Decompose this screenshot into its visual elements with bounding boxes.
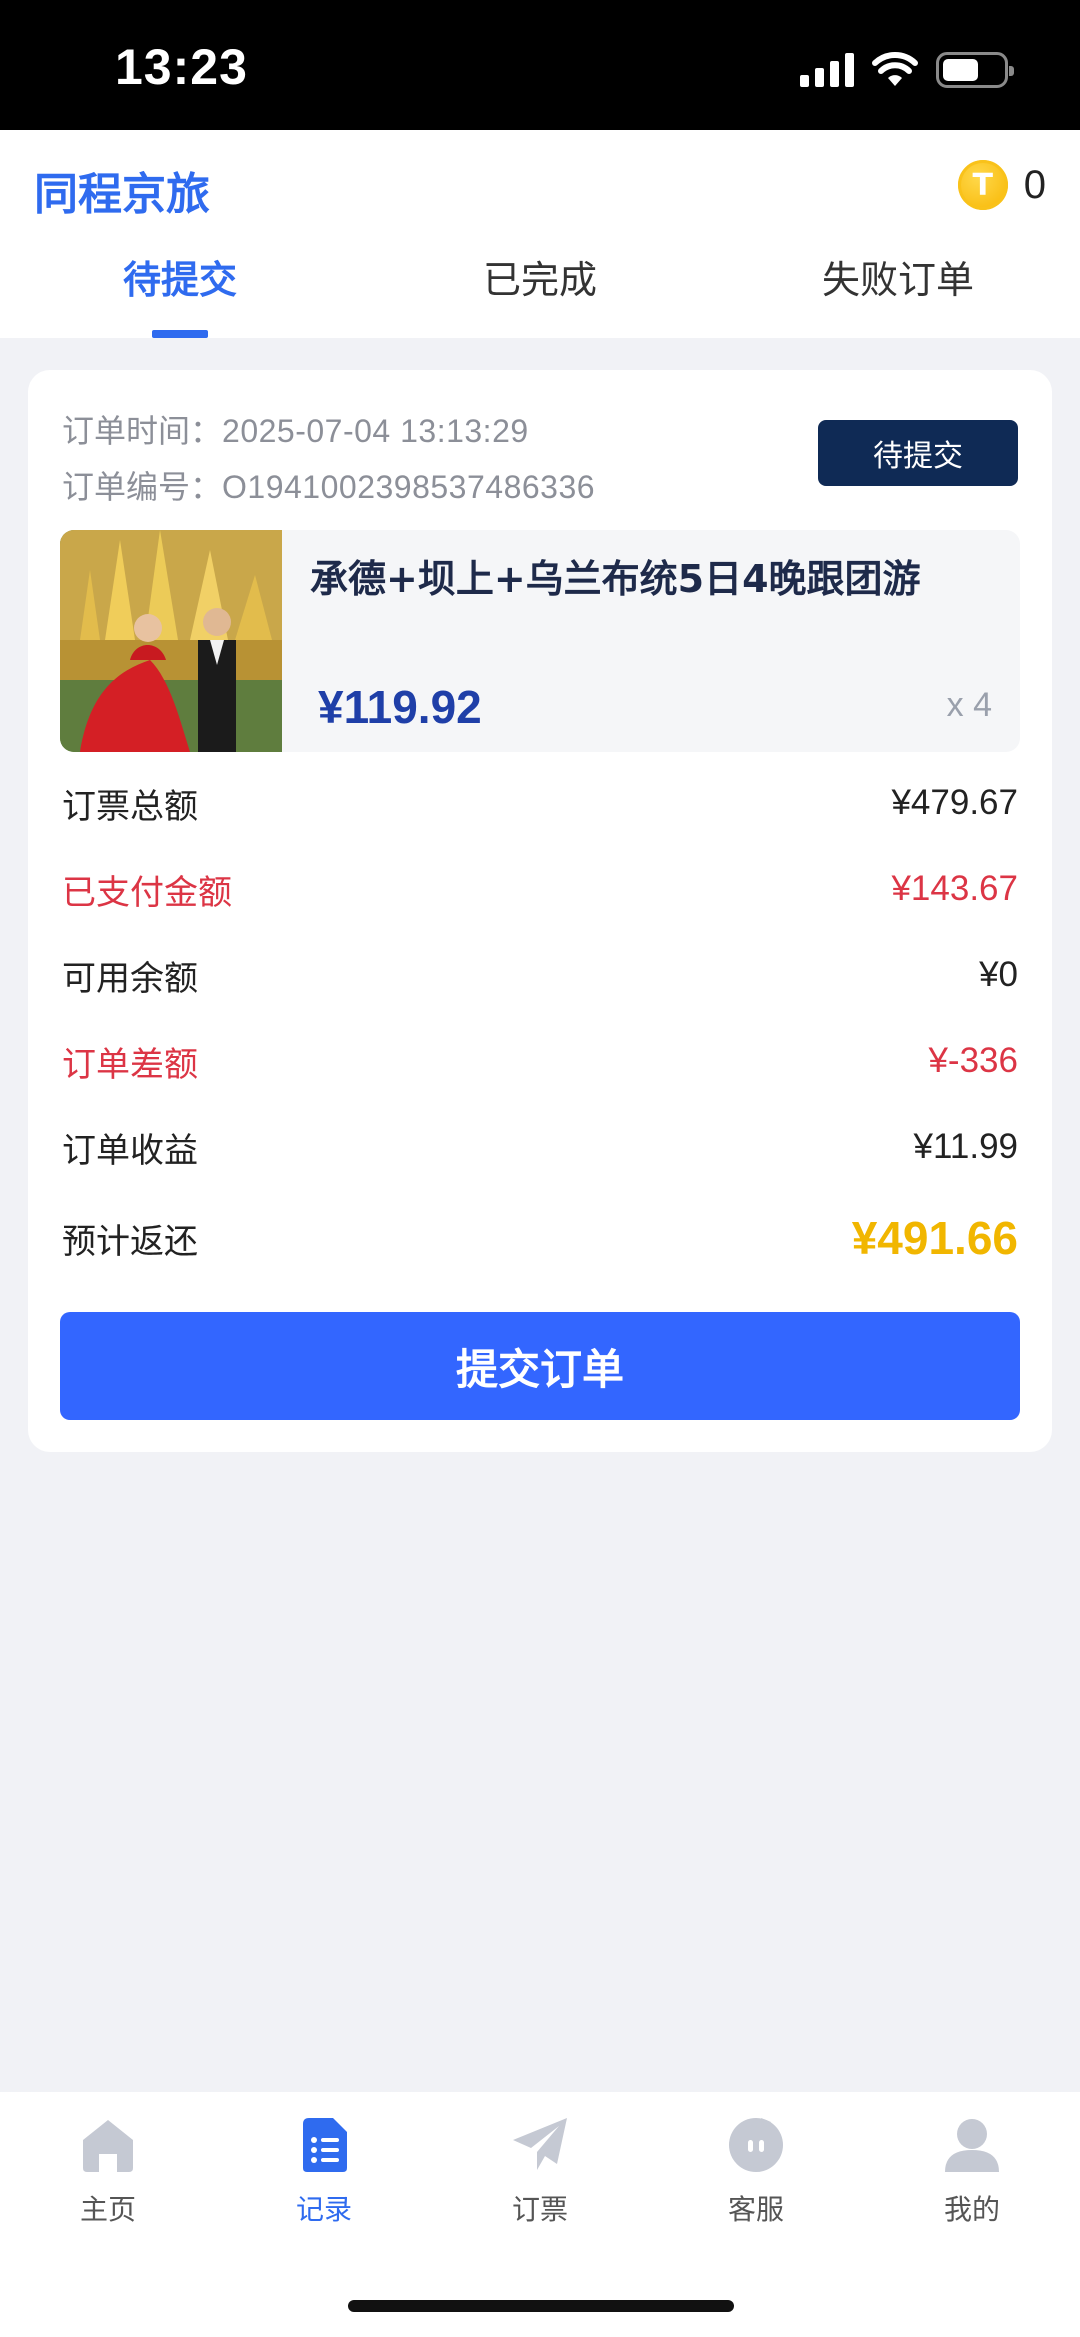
product-name: 承德+坝上+乌兰布统5日4晚跟团游 [310,557,921,601]
app-title: 同程京旅 [34,169,210,220]
nav-label: 订票 [511,2193,568,2226]
summary-row-total: 订票总额 ¥479.67 [62,773,1018,833]
product-quantity: x 4 [946,686,992,724]
product-item[interactable]: 承德+坝上+乌兰布统5日4晚跟团游 ¥119.92 x 4 [60,530,1020,752]
summary-label: 可用余额 [62,958,198,999]
summary-row-difference: 订单差额 ¥-336 [62,1031,1018,1091]
tab-failed[interactable]: 失败订单 [748,250,1048,338]
user-icon [945,2119,999,2172]
home-indicator[interactable] [348,2300,734,2312]
summary-row-paid: 已支付金额 ¥143.67 [62,859,1018,919]
summary-value: ¥491.66 [851,1212,1018,1264]
order-time-value: 2025-07-04 13:13:29 [222,413,529,449]
order-number-label: 订单编号： [62,468,223,506]
status-time: 13:23 [115,39,248,95]
summary-value: ¥11.99 [913,1127,1018,1166]
home-icon [83,2120,133,2172]
status-icons [800,48,1014,92]
nav-booking[interactable]: 订票 [460,2114,620,2234]
summary-label: 已支付金额 [62,872,232,913]
order-tabs: 待提交 已完成 失败订单 [0,250,1080,338]
order-number-value: O1941002398537486336 [222,469,596,505]
order-time-label: 订单时间： [62,412,223,450]
battery-level [943,59,978,81]
summary-value: ¥479.67 [891,783,1018,822]
summary-row-refund: 预计返还 ¥491.66 [62,1208,1018,1268]
coin-balance[interactable]: T 0 [957,160,1046,210]
nav-home[interactable]: 主页 [28,2114,188,2234]
summary-value: ¥0 [979,955,1018,994]
order-time: 订单时间：2025-07-04 13:13:29 [62,406,529,452]
nav-label: 记录 [295,2193,352,2226]
summary-label: 预计返还 [62,1221,198,1262]
order-card: 订单时间：2025-07-04 13:13:29 订单编号：O194100239… [28,370,1052,1452]
cellular-signal-icon [800,53,854,87]
order-number: 订单编号：O1941002398537486336 [62,462,595,508]
nav-service[interactable]: 客服 [676,2114,836,2234]
submit-order-button[interactable]: 提交订单 [60,1312,1020,1420]
active-tab-indicator [152,330,208,338]
nav-label: 我的 [943,2193,1000,2226]
coin-icon: T [957,160,1008,210]
nav-records[interactable]: 记录 [244,2114,404,2234]
battery-icon [936,52,1014,88]
chat-icon [729,2118,783,2172]
product-price: ¥119.92 [318,681,482,733]
tab-pending[interactable]: 待提交 [30,250,330,338]
nav-profile[interactable]: 我的 [892,2114,1052,2234]
status-bar: 13:23 [0,0,1080,130]
nav-label: 主页 [79,2193,136,2226]
product-image [60,530,282,752]
records-icon [303,2118,347,2172]
nav-label: 客服 [727,2193,784,2226]
coin-count: 0 [1023,162,1046,207]
summary-row-balance: 可用余额 ¥0 [62,945,1018,1005]
status-badge: 待提交 [818,420,1018,486]
paper-plane-icon [513,2118,567,2170]
summary-value: ¥143.67 [891,869,1018,908]
summary-row-earnings: 订单收益 ¥11.99 [62,1117,1018,1177]
summary-label: 订单差额 [62,1044,198,1085]
header: 同程京旅 T 0 待提交 已完成 失败订单 [0,130,1080,338]
tab-completed[interactable]: 已完成 [390,250,690,338]
summary-value: ¥-336 [928,1041,1018,1080]
summary-label: 订票总额 [62,786,198,827]
summary-label: 订单收益 [62,1130,198,1171]
wifi-icon [872,52,918,86]
